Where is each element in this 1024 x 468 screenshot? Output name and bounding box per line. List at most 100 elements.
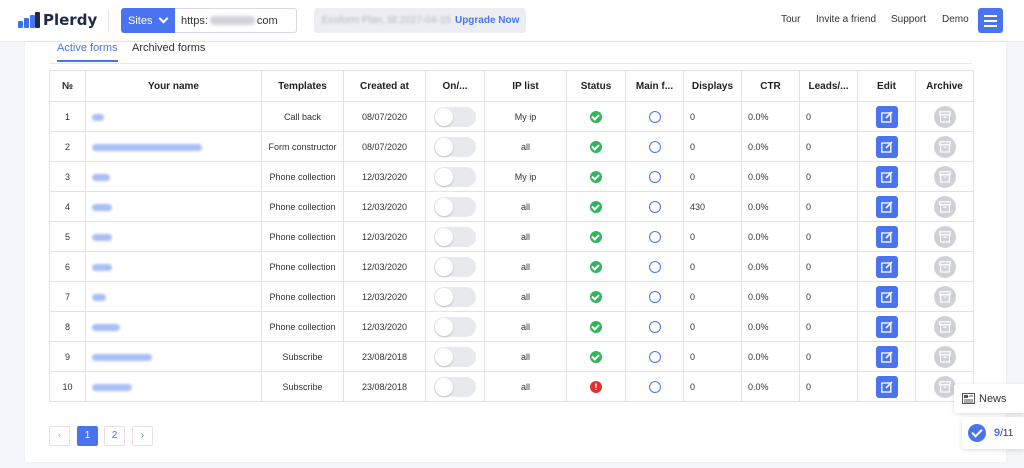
menu-icon	[984, 15, 997, 17]
form-name-blurred[interactable]	[92, 383, 132, 391]
form-name-cell[interactable]	[85, 341, 262, 372]
ctr-cell: 0.0%	[741, 341, 800, 372]
table-row: 4 Phone collection 12/03/2020 all 430 0.0% 0	[49, 191, 974, 222]
edit-button[interactable]	[875, 315, 898, 338]
on-off-header: On/...	[425, 70, 485, 102]
main-form-radio[interactable]	[648, 320, 661, 333]
archive-cell	[915, 311, 974, 342]
invite-friend-link[interactable]: Invite a friend	[816, 14, 876, 25]
form-name-blurred[interactable]	[92, 113, 104, 121]
leads-cell: 0	[799, 341, 858, 372]
tabs-divider	[49, 63, 972, 64]
edit-button[interactable]	[875, 345, 898, 368]
form-name-cell[interactable]	[85, 281, 262, 312]
num-header: №	[49, 70, 86, 102]
form-name-blurred[interactable]	[92, 353, 152, 361]
table-row: 5 Phone collection 12/03/2020 all 0 0.0% 0	[49, 221, 974, 252]
tour-link[interactable]: Tour	[781, 14, 800, 25]
form-name-blurred[interactable]	[92, 233, 112, 241]
tab-archived-forms[interactable]: Archived forms	[132, 42, 205, 62]
upgrade-now-link[interactable]: Upgrade Now	[455, 15, 519, 26]
hamburger-menu-button[interactable]	[978, 8, 1003, 33]
edit-button[interactable]	[875, 165, 898, 188]
form-name-blurred[interactable]	[92, 293, 106, 301]
row-number: 5	[49, 221, 86, 252]
forms-table: № Your name Templates Created at On/... IP li…	[49, 70, 974, 402]
archive-button[interactable]	[933, 225, 956, 248]
form-name-blurred[interactable]	[92, 323, 120, 331]
edit-button[interactable]	[875, 135, 898, 158]
news-widget[interactable]: News	[954, 384, 1024, 413]
on-off-toggle[interactable]	[434, 106, 476, 127]
archive-button[interactable]	[933, 165, 956, 188]
table-row: 1 Call back 08/07/2020 My ip 0 0.0% 0	[49, 101, 974, 132]
form-name-cell[interactable]	[85, 221, 262, 252]
ctr-cell: 0.0%	[741, 371, 800, 402]
archive-button[interactable]	[933, 105, 956, 128]
main-form-radio[interactable]	[648, 170, 661, 183]
ip-list-cell: My ip	[484, 101, 567, 132]
edit-button[interactable]	[875, 105, 898, 128]
form-name-blurred[interactable]	[92, 203, 112, 211]
archive-button[interactable]	[933, 315, 956, 338]
plerdy-logo[interactable]: Plerdy	[18, 11, 97, 29]
main-form-radio[interactable]	[648, 140, 661, 153]
on-off-toggle[interactable]	[434, 196, 476, 217]
page-1-button[interactable]: 1	[77, 426, 98, 446]
main-form-radio[interactable]	[648, 350, 661, 363]
next-page-button[interactable]: ›	[132, 426, 153, 446]
main-form-radio[interactable]	[648, 110, 661, 123]
table-row: 9 Subscribe 23/08/2018 all 0 0.0% 0	[49, 341, 974, 372]
onboarding-progress-widget[interactable]: 9 /11	[962, 417, 1024, 449]
form-name-cell[interactable]	[85, 191, 262, 222]
archive-header: Archive	[915, 70, 974, 102]
sites-dropdown-button[interactable]: Sites	[121, 8, 175, 33]
form-name-blurred[interactable]	[92, 143, 202, 151]
edit-button[interactable]	[875, 195, 898, 218]
archive-button[interactable]	[933, 135, 956, 158]
form-name-cell[interactable]	[85, 251, 262, 282]
main-form-radio[interactable]	[648, 200, 661, 213]
on-off-toggle[interactable]	[434, 376, 476, 397]
displays-cell: 0	[683, 161, 742, 192]
form-name-cell[interactable]	[85, 311, 262, 342]
form-name-cell[interactable]	[85, 131, 262, 162]
on-off-toggle[interactable]	[434, 136, 476, 157]
main-form-radio[interactable]	[648, 260, 661, 273]
table-header-row: № Your name Templates Created at On/... IP li…	[49, 70, 974, 102]
edit-button[interactable]	[875, 255, 898, 278]
archive-button[interactable]	[933, 195, 956, 218]
on-off-toggle[interactable]	[434, 226, 476, 247]
demo-link[interactable]: Demo	[942, 14, 969, 25]
on-off-toggle[interactable]	[434, 286, 476, 307]
on-off-toggle[interactable]	[434, 166, 476, 187]
form-name-blurred[interactable]	[92, 263, 112, 271]
template-cell: Subscribe	[261, 341, 344, 372]
edit-button[interactable]	[875, 375, 898, 398]
on-off-toggle[interactable]	[434, 346, 476, 367]
ip-list-cell: all	[484, 191, 567, 222]
main-form-radio[interactable]	[648, 230, 661, 243]
row-number: 10	[49, 371, 86, 402]
table-row: 2 Form constructor 08/07/2020 all 0 0.0% 0	[49, 131, 974, 162]
form-name-blurred[interactable]	[92, 173, 110, 181]
site-url-field[interactable]: https: com	[175, 8, 297, 33]
edit-button[interactable]	[875, 225, 898, 248]
on-off-toggle[interactable]	[434, 256, 476, 277]
tab-active-forms[interactable]: Active forms	[57, 42, 118, 62]
archive-button[interactable]	[933, 345, 956, 368]
displays-cell: 0	[683, 371, 742, 402]
archive-button[interactable]	[933, 285, 956, 308]
form-name-cell[interactable]	[85, 161, 262, 192]
prev-page-button[interactable]: ‹	[49, 426, 70, 446]
main-form-radio[interactable]	[648, 380, 661, 393]
main-form-radio[interactable]	[648, 290, 661, 303]
support-link[interactable]: Support	[891, 14, 926, 25]
on-off-toggle[interactable]	[434, 316, 476, 337]
form-name-cell[interactable]	[85, 371, 262, 402]
archive-button[interactable]	[933, 375, 956, 398]
page-2-button[interactable]: 2	[104, 426, 125, 446]
edit-button[interactable]	[875, 285, 898, 308]
archive-button[interactable]	[933, 255, 956, 278]
form-name-cell[interactable]	[85, 101, 262, 132]
